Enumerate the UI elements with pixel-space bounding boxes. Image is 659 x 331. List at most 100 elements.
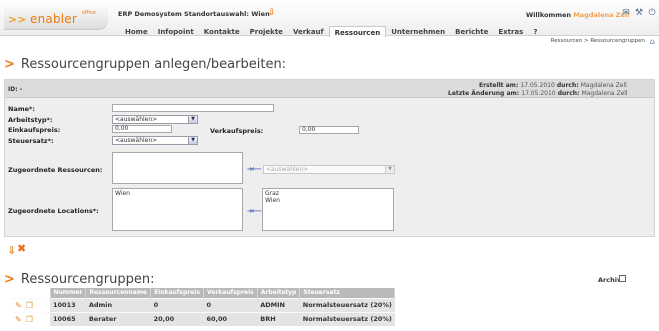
cell-einkaufspreis: 20,00 (150, 311, 204, 326)
nav-berichte[interactable]: Berichte (450, 26, 493, 37)
arbeitstyp-value: <auswählen> (115, 116, 158, 123)
form-title-text: Ressourcengruppen anlegen/bearbeiten: (20, 57, 287, 72)
welcome-text: Willkommen Magdalena Zell (526, 11, 629, 19)
logo-text: enabler (30, 12, 78, 26)
locations-assigned-list[interactable]: Wien (112, 188, 243, 231)
steuersatz-label: Steuersatz*: (8, 137, 54, 145)
chevron-down-icon: ▼ (385, 166, 394, 173)
edit-icon[interactable]: ✎ (15, 315, 22, 324)
steuersatz-value: <auswählen> (115, 137, 158, 144)
einkaufspreis-input[interactable]: 0,00 (112, 125, 172, 133)
cell-nummer: 10013 (50, 297, 86, 312)
list-item[interactable]: Graz (265, 190, 391, 197)
changed-date: 17.05.2010 (521, 90, 556, 97)
name-input[interactable] (112, 104, 274, 112)
form-header: ID: - Erstellt am: 17.05.2010 durch: Mag… (5, 80, 654, 98)
created-label: Erstellt am: (479, 82, 519, 89)
app-logo[interactable]: >> enabler office (4, 8, 108, 30)
verkaufspreis-label: Verkaufspreis: (210, 127, 264, 135)
cell-ressourcenname: Berater (85, 311, 151, 326)
cell-arbeitstyp: BRH (257, 311, 300, 326)
name-label: Name*: (8, 105, 36, 113)
cell-steuersatz: Normalsteuersatz (20%) (299, 311, 395, 326)
arbeitstyp-label: Arbeitstyp*: (8, 116, 53, 124)
nav-infopoint[interactable]: Infopoint (153, 26, 199, 37)
copy-icon[interactable]: ❐ (26, 315, 33, 324)
home-icon[interactable]: ⌂ (650, 37, 655, 46)
cell-ressourcenname: Admin (85, 297, 151, 312)
nav-unternehmen[interactable]: Unternehmen (386, 26, 450, 37)
archiv-checkbox[interactable] (619, 275, 626, 282)
column-header[interactable]: Nummer (50, 288, 87, 298)
system-info: ERP Demosystem Standortauswahl: Wien (118, 10, 270, 18)
chevron-down-icon: ▼ (188, 137, 197, 144)
logo-suffix: office (82, 10, 96, 16)
locations-label: Zugeordnete Locations*: (8, 207, 99, 215)
table-row[interactable]: ✎ ❐ 10013 Admin 0 0 ADMIN Normalsteuersat… (12, 297, 395, 312)
nav-projekte[interactable]: Projekte (245, 26, 288, 37)
column-header[interactable]: Steuersatz (299, 288, 396, 298)
created-by: Magdalena Zell (580, 82, 627, 89)
title-arrow-icon: > (4, 57, 15, 72)
changed-label: Letzte Änderung am: (448, 90, 520, 97)
table-row[interactable]: ✎ ❐ 10065 Berater 20,00 60,00 BRH Normals… (12, 311, 395, 326)
nav-extras[interactable]: Extras (493, 26, 528, 37)
column-header[interactable]: Arbeitstyp (257, 288, 301, 298)
einkaufspreis-label: Einkaufspreis: (8, 126, 61, 134)
column-header[interactable]: Verkaufspreis (203, 288, 258, 298)
steuersatz-select[interactable]: <auswählen> ▼ (112, 136, 198, 145)
resource-group-table: Nummer Ressourcenname Einkaufspreis Verk… (12, 288, 396, 326)
move-arrows-icon[interactable]: ➜⟵ (247, 165, 262, 173)
cell-verkaufspreis: 60,00 (203, 311, 258, 326)
list-item[interactable]: Wien (115, 190, 240, 197)
row-actions: ✎ ❐ (12, 297, 50, 312)
nav-ressourcen[interactable]: Ressourcen (328, 26, 387, 37)
ressourcen-label: Zugeordnete Ressourcen: (8, 166, 103, 174)
list-item[interactable]: Wien (265, 197, 391, 204)
cancel-icon[interactable]: ✖ (17, 242, 26, 255)
verkaufspreis-input[interactable]: 0,00 (299, 126, 359, 134)
save-icon[interactable]: ⇓ (7, 244, 16, 257)
table-header: Nummer Ressourcenname Einkaufspreis Verk… (12, 288, 396, 298)
copy-icon[interactable]: ❐ (26, 301, 33, 310)
welcome-label: Willkommen (526, 11, 572, 19)
breadcrumb-bar: Ressourcen > Ressourcengruppen ⌂ (0, 37, 659, 48)
top-icons: ✉ ⚒ ⏻ (621, 8, 657, 18)
created-info: Erstellt am: 17.05.2010 durch: Magdalena… (479, 82, 627, 89)
nav-verkauf[interactable]: Verkauf (288, 26, 329, 37)
nav-home[interactable]: Home (120, 26, 153, 37)
form-panel: ID: - Erstellt am: 17.05.2010 durch: Mag… (4, 79, 655, 237)
changed-by-label: durch: (557, 90, 580, 97)
main-nav: Home Infopoint Kontakte Projekte Verkauf… (120, 26, 542, 37)
created-by-label: durch: (556, 82, 579, 89)
column-header[interactable]: Einkaufspreis (150, 288, 204, 298)
changed-by: Magdalena Zell (581, 90, 628, 97)
changed-info: Letzte Änderung am: 17.05.2010 durch: Ma… (448, 90, 628, 97)
cell-einkaufspreis: 0 (150, 297, 204, 312)
list-title-text: Ressourcengruppen: (20, 272, 155, 287)
id-label: ID: - (8, 86, 23, 93)
logo-arrows-icon: >> (8, 13, 27, 26)
mail-icon[interactable]: ✉ (621, 8, 631, 18)
tools-icon[interactable]: ⚒ (634, 8, 644, 18)
nav-kontakte[interactable]: Kontakte (199, 26, 245, 37)
arbeitstyp-select[interactable]: <auswählen> ▼ (112, 115, 198, 124)
nav-help[interactable]: ? (528, 26, 542, 37)
locations-available-list[interactable]: Graz Wien (262, 188, 394, 231)
ressourcen-assigned-list[interactable] (112, 152, 243, 184)
cell-arbeitstyp: ADMIN (257, 297, 300, 312)
pin-icon[interactable]: ⇩ (268, 8, 276, 18)
archiv-label: Archiv (598, 276, 622, 284)
title-arrow-icon: > (4, 272, 15, 287)
edit-icon[interactable]: ✎ (15, 301, 22, 310)
row-actions: ✎ ❐ (12, 311, 50, 326)
top-bar: >> enabler office ERP Demosystem Standor… (0, 0, 659, 37)
form-title: > Ressourcengruppen anlegen/bearbeiten: (4, 57, 286, 72)
power-icon[interactable]: ⏻ (647, 8, 657, 18)
icons-column-header (12, 288, 51, 298)
column-header[interactable]: Ressourcenname (85, 288, 152, 298)
breadcrumb: Ressourcen > Ressourcengruppen (550, 38, 645, 44)
move-arrows-icon[interactable]: ➜⟵ (247, 207, 262, 215)
chevron-down-icon: ▼ (188, 116, 197, 123)
ressourcen-select[interactable]: <auswählen> ▼ (263, 165, 395, 174)
